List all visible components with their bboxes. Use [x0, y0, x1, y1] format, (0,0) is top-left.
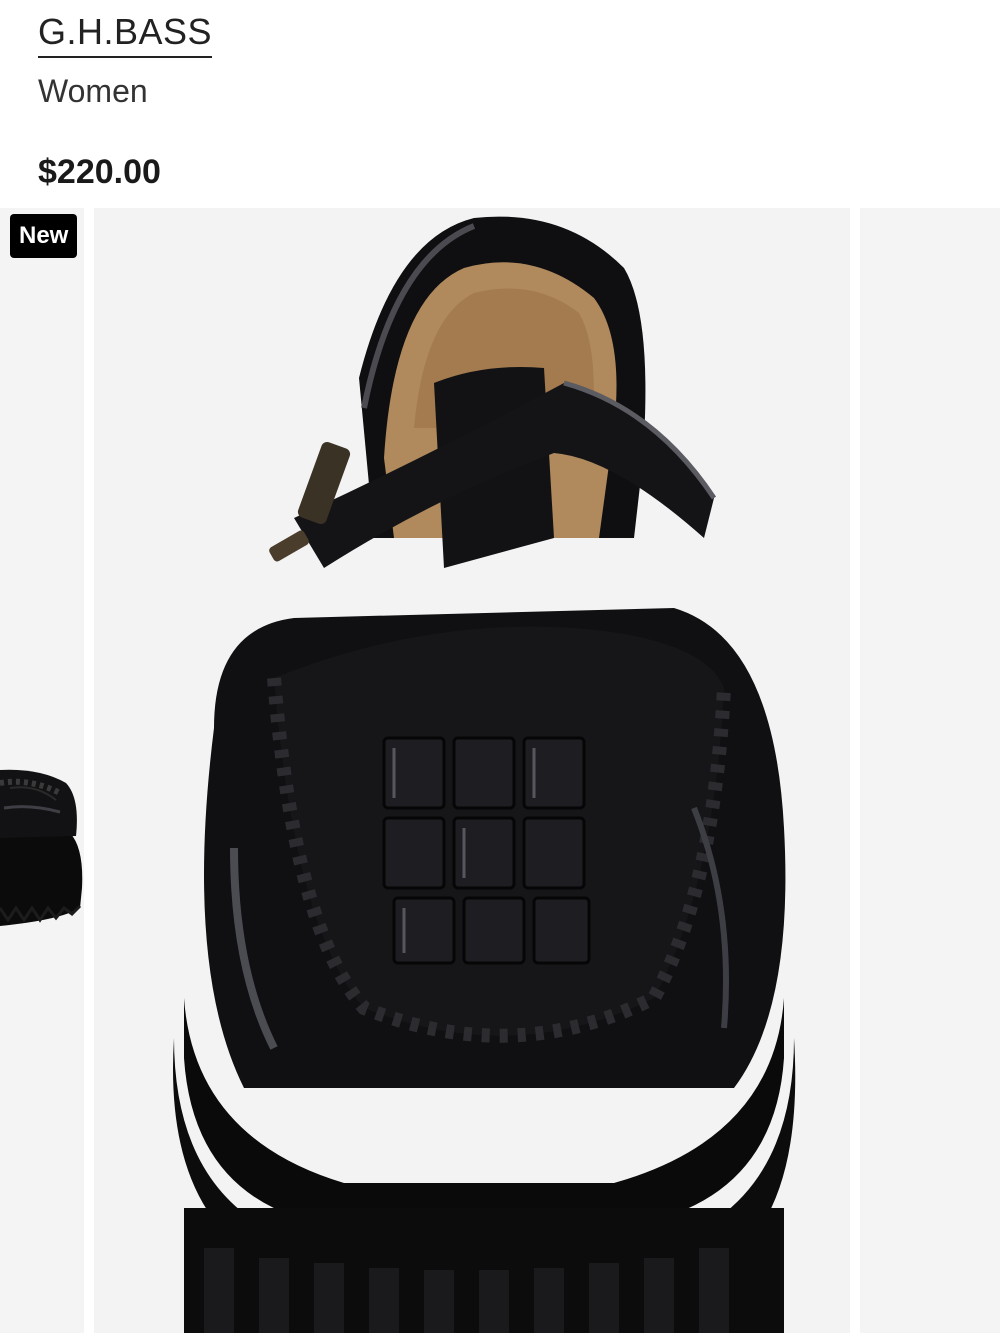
new-badge: New — [10, 214, 78, 258]
product-price: $220.00 — [38, 153, 161, 191]
shoe-side-image — [0, 769, 83, 926]
product-header: G.H.BASS Women $220.00 — [0, 0, 1000, 205]
shoe-front-image — [173, 216, 796, 1333]
carousel-slide-main[interactable] — [94, 208, 850, 1333]
carousel-slide-previous[interactable] — [0, 208, 84, 1333]
brand-link[interactable]: G.H.BASS — [38, 12, 213, 58]
product-category: Women — [38, 73, 148, 109]
image-carousel[interactable] — [0, 208, 1000, 1333]
carousel-slide-next[interactable] — [860, 208, 1000, 1333]
